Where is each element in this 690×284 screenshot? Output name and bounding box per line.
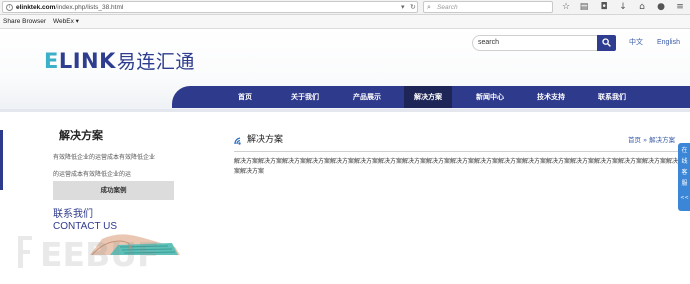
bookmark-webex[interactable]: WebEx ▾ [53, 15, 79, 29]
nav-news[interactable]: 新闻中心 [465, 86, 515, 108]
sidebar-title: 解决方案 [59, 129, 103, 142]
lang-chinese-link[interactable]: 中文 [629, 38, 643, 48]
site-logo[interactable]: ELINK易连汇通 [44, 50, 195, 73]
site-search-button[interactable] [597, 35, 616, 51]
content-divider [234, 151, 690, 152]
menu-icon[interactable]: ≡ [674, 1, 686, 13]
download-icon[interactable]: ↓ [617, 1, 629, 13]
site-search-input[interactable]: search [472, 35, 598, 51]
online-service-tab[interactable]: 在 线 客 服 << [678, 143, 690, 211]
collapse-arrows-icon: << [680, 195, 689, 201]
reload-icon[interactable]: ↻ [410, 2, 416, 13]
home-icon[interactable]: ⌂ [636, 1, 648, 13]
pocket-icon[interactable]: ◘ [598, 1, 610, 13]
breadcrumb[interactable]: 首页 » 解决方案 [628, 135, 675, 145]
sidebar-desc-line1: 有效降低企业的运营成本有效降低企业 [53, 154, 156, 161]
main-nav: 首页 关于我们 产品展示 解决方案 新闻中心 技术支持 联系我们 [172, 86, 690, 108]
browser-search-placeholder: Search [437, 4, 458, 11]
address-url: elinktek.com/index.php/lists_38.html [16, 4, 124, 11]
chat-icon[interactable]: ● [655, 1, 667, 13]
lang-english-link[interactable]: English [657, 38, 680, 48]
browser-search-box[interactable]: ⌕ Search [423, 1, 553, 13]
browser-toolbar: i elinktek.com/index.php/lists_38.html ▾… [0, 0, 690, 15]
nav-contact[interactable]: 联系我们 [587, 86, 637, 108]
contact-title-cn: 联系我们 [53, 209, 93, 220]
bookmarks-bar: Share Browser WebEx ▾ [0, 15, 690, 29]
content-title: 解决方案 [247, 135, 284, 145]
address-bar[interactable]: i elinktek.com/index.php/lists_38.html ▾… [2, 1, 418, 13]
nav-underline [0, 109, 690, 112]
nav-support[interactable]: 技术支持 [526, 86, 576, 108]
freebuf-watermark: EEBUF [18, 235, 160, 272]
success-cases-button[interactable]: 成功案例 [53, 181, 174, 200]
reading-list-icon[interactable]: ▤ [578, 1, 590, 13]
bookmark-star-icon[interactable]: ☆ [560, 1, 572, 13]
rss-icon [234, 137, 241, 145]
svg-text:EEBUF: EEBUF [40, 235, 160, 272]
info-icon[interactable]: i [6, 4, 13, 11]
nav-about[interactable]: 关于我们 [280, 86, 330, 108]
bookmark-share-browser[interactable]: Share Browser [3, 15, 46, 29]
site-search-placeholder: search [478, 39, 500, 46]
nav-home[interactable]: 首页 [224, 86, 266, 108]
sidebar-desc-line2: 的运营成本有效降低企业的运 [53, 171, 132, 178]
dropdown-arrow-icon[interactable]: ▾ [401, 2, 405, 13]
left-accent-bar [0, 130, 3, 190]
content-body: 解决方案解决方案解决方案解决方案解决方案解决方案解决方案解决方案解决方案解决方案… [234, 158, 685, 175]
nav-solutions[interactable]: 解决方案 [404, 86, 452, 108]
search-icon [602, 38, 611, 47]
webpage: ELINK易连汇通 search 中文 English 首页 关于我们 产品展示… [0, 29, 690, 284]
search-icon: ⌕ [427, 3, 431, 11]
nav-products[interactable]: 产品展示 [342, 86, 392, 108]
